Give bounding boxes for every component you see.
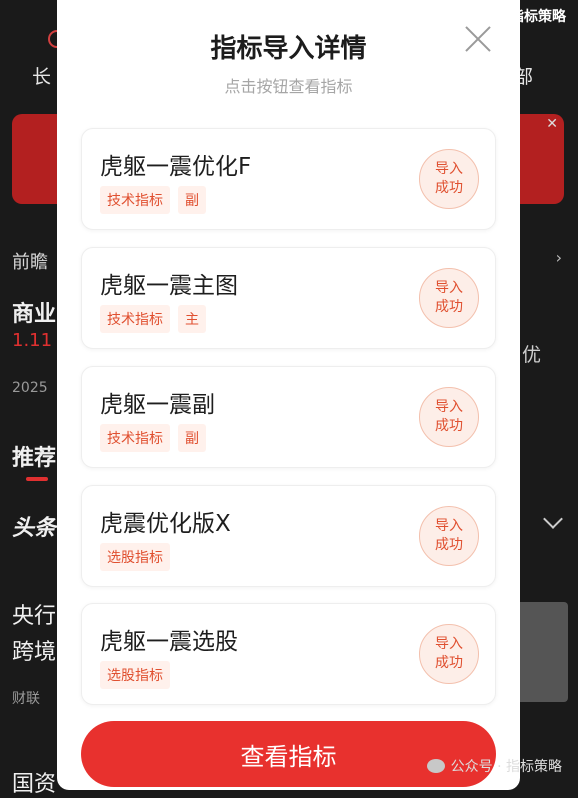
tab-recommend: 推荐 xyxy=(12,446,57,471)
import-success-badge: 导入 成功 xyxy=(419,149,479,209)
indicator-card[interactable]: 虎躯一震优化F 技术指标 副 导入 成功 xyxy=(81,128,496,230)
date-fragment: 2025 xyxy=(12,380,48,396)
indicator-tags: 选股指标 xyxy=(100,661,170,689)
right-text-fragment: 优 xyxy=(522,344,542,366)
view-indicators-button[interactable]: 查看指标 xyxy=(81,721,496,787)
news-source: 财联 xyxy=(12,691,40,707)
indicator-type-tag: 选股指标 xyxy=(100,661,170,689)
banner-close-icon: ✕ xyxy=(546,116,558,132)
indicator-type-tag: 选股指标 xyxy=(100,543,170,571)
import-success-badge: 导入 成功 xyxy=(419,506,479,566)
tab-indicator xyxy=(26,477,48,481)
indicator-tags: 选股指标 xyxy=(100,543,170,571)
close-icon[interactable] xyxy=(464,24,492,52)
headline-brand: 头条 xyxy=(12,516,57,541)
import-success-badge: 导入 成功 xyxy=(419,387,479,447)
wechat-icon xyxy=(426,759,445,773)
indicator-name: 虎躯一震副 xyxy=(100,392,215,418)
news-title-line1: 央行 xyxy=(12,604,57,629)
indicator-type-tag: 技术指标 xyxy=(100,424,170,452)
indicator-card[interactable]: 虎躯一震选股 选股指标 导入 成功 xyxy=(81,603,496,705)
import-success-badge: 导入 成功 xyxy=(419,624,479,684)
news-title-line2: 跨境 xyxy=(12,640,57,665)
indicator-tags: 技术指标 主 xyxy=(100,305,206,333)
import-details-modal: 指标导入详情 点击按钮查看指标 虎躯一震优化F 技术指标 副 导入 成功 虎躯一… xyxy=(57,0,520,790)
indicator-card[interactable]: 虎震优化版X 选股指标 导入 成功 xyxy=(81,485,496,587)
indicator-tags: 技术指标 副 xyxy=(100,186,206,214)
shortcut-label-left: 长 xyxy=(32,66,52,88)
indicator-card[interactable]: 虎躯一震主图 技术指标 主 导入 成功 xyxy=(81,247,496,349)
modal-title: 指标导入详情 xyxy=(210,34,367,64)
indicator-position-tag: 主 xyxy=(178,305,206,333)
news-thumbnail xyxy=(516,602,568,702)
section-label: 前瞻 xyxy=(12,252,48,273)
indicator-name: 虎震优化版X xyxy=(100,511,231,537)
chevron-down-icon xyxy=(543,509,563,529)
indicator-type-tag: 技术指标 xyxy=(100,186,170,214)
indicator-name: 虎躯一震主图 xyxy=(100,273,238,299)
indicator-position-tag: 副 xyxy=(178,424,206,452)
chevron-right-icon: › xyxy=(555,248,562,267)
indicator-type-tag: 技术指标 xyxy=(100,305,170,333)
watermark-bottom: 公众号 · 指标策略 xyxy=(426,756,562,776)
headline-value: 1.11 xyxy=(12,330,53,351)
headline-fragment: 商业 xyxy=(12,302,57,327)
indicator-name: 虎躯一震优化F xyxy=(100,154,252,180)
news-bottom-fragment: 国资 xyxy=(12,772,57,797)
import-success-badge: 导入 成功 xyxy=(419,268,479,328)
indicator-card[interactable]: 虎躯一震副 技术指标 副 导入 成功 xyxy=(81,366,496,468)
modal-subtitle: 点击按钮查看指标 xyxy=(224,77,353,96)
indicator-position-tag: 副 xyxy=(178,186,206,214)
indicator-name: 虎躯一震选股 xyxy=(100,629,238,655)
indicator-tags: 技术指标 副 xyxy=(100,424,206,452)
